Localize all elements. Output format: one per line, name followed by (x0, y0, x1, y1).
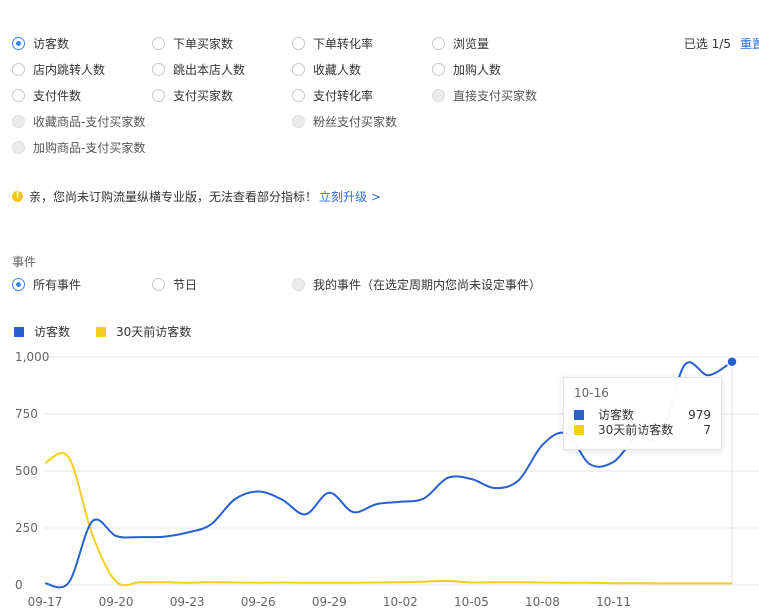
metric-direct-paid-buyers: 直接支付买家数 (432, 84, 537, 106)
radio-event-holiday[interactable] (152, 277, 165, 291)
metric-bounce[interactable]: 跳出本店人数 (152, 58, 245, 80)
radio-event-mine (292, 277, 305, 291)
radio-fan-paid-buyers (292, 114, 305, 128)
radio-event-all[interactable] (12, 277, 25, 291)
metric-label: 加购商品-支付买家数 (33, 140, 146, 155)
legend-swatch-yellow (96, 326, 107, 337)
y-tick-label: 1,000 (15, 350, 49, 364)
metric-label: 直接支付买家数 (453, 88, 538, 103)
metric-label: 支付件数 (33, 88, 82, 103)
metric-cart-item-paid-buyers: 加购商品-支付买家数 (12, 136, 145, 158)
metric-page-views[interactable]: 浏览量 (432, 32, 489, 54)
metric-label: 收藏人数 (313, 62, 362, 77)
upgrade-notice: ! 亲，您尚未订购流量纵横专业版，无法查看部分指标！ 立刻升级 > (12, 188, 381, 205)
tooltip-swatch-yellow (574, 424, 584, 435)
chart-legend: 访客数 30天前访客数 (14, 323, 217, 340)
tooltip-date: 10-16 (574, 386, 609, 400)
x-tick-label: 09-20 (99, 595, 134, 609)
radio-direct-paid-buyers (432, 88, 445, 102)
legend-label: 30天前访客数 (116, 325, 192, 339)
event-label: 我的事件（在选定周期内您尚未设定事件） (313, 277, 542, 292)
tooltip-row: 访客数 979 (574, 407, 711, 422)
x-tick-label: 09-23 (170, 595, 205, 609)
tooltip-value: 979 (688, 407, 711, 422)
legend-item-visitors-30d-ago[interactable]: 30天前访客数 (96, 323, 191, 340)
metric-label: 店内跳转人数 (33, 62, 106, 77)
event-label: 节日 (173, 277, 198, 292)
events-options: 所有事件 节日 我的事件（在选定周期内您尚未设定事件） (12, 273, 672, 295)
series-line-visitors-30d-ago (44, 452, 732, 587)
metric-label: 加购人数 (453, 62, 502, 77)
x-tick-label: 10-11 (596, 595, 631, 609)
x-tick-label: 09-26 (241, 595, 276, 609)
y-tick-label: 750 (15, 407, 38, 421)
radio-bounce[interactable] (152, 62, 165, 76)
radio-add-cart[interactable] (432, 62, 445, 76)
radio-cart-item-paid-buyers (12, 140, 25, 154)
radio-favorites[interactable] (292, 62, 305, 76)
legend-item-visitors[interactable]: 访客数 (14, 323, 70, 340)
highlighted-point (726, 356, 738, 368)
radio-fav-item-paid-buyers (12, 114, 25, 128)
x-tick-label: 10-05 (454, 595, 489, 609)
metric-label: 访客数 (33, 36, 70, 51)
metric-favorites[interactable]: 收藏人数 (292, 58, 361, 80)
x-tick-label: 09-29 (312, 595, 347, 609)
metric-paid-buyers[interactable]: 支付买家数 (152, 84, 233, 106)
metric-fav-item-paid-buyers: 收藏商品-支付买家数 (12, 110, 145, 132)
radio-order-buyers[interactable] (152, 36, 165, 50)
metric-label: 粉丝支付买家数 (313, 114, 398, 129)
tooltip-row: 30天前访客数 7 (574, 422, 711, 437)
metric-add-cart[interactable]: 加购人数 (432, 58, 501, 80)
metric-label: 支付买家数 (173, 88, 234, 103)
metric-label: 下单转化率 (313, 36, 374, 51)
radio-in-store-jump[interactable] (12, 62, 25, 76)
metric-fan-paid-buyers: 粉丝支付买家数 (292, 110, 397, 132)
legend-label: 访客数 (34, 325, 71, 339)
event-all[interactable]: 所有事件 (12, 273, 81, 295)
event-holiday[interactable]: 节日 (152, 273, 197, 295)
tooltip-value: 7 (703, 422, 711, 437)
metric-label: 跳出本店人数 (173, 62, 246, 77)
radio-page-views[interactable] (432, 36, 445, 50)
chart-tooltip: 10-16 访客数 979 30天前访客数 7 (563, 377, 722, 450)
radio-paid-conversion[interactable] (292, 88, 305, 102)
metric-label: 收藏商品-支付买家数 (33, 114, 146, 129)
x-tick-label: 10-02 (383, 595, 418, 609)
y-tick-label: 250 (15, 521, 38, 535)
upgrade-link[interactable]: 立刻升级 > (319, 188, 381, 205)
metric-in-store-jump[interactable]: 店内跳转人数 (12, 58, 105, 80)
radio-paid-items[interactable] (12, 88, 25, 102)
radio-visitors[interactable] (12, 36, 25, 50)
tooltip-swatch-blue (574, 409, 584, 420)
metric-label: 下单买家数 (173, 36, 234, 51)
x-tick-label: 10-08 (525, 595, 560, 609)
radio-order-conversion[interactable] (292, 36, 305, 50)
y-tick-label: 500 (15, 464, 38, 478)
events-title: 事件 (12, 255, 37, 269)
metric-visitors[interactable]: 访客数 (12, 32, 69, 54)
legend-swatch-blue (14, 326, 24, 337)
event-mine: 我的事件（在选定周期内您尚未设定事件） (292, 273, 541, 295)
metric-paid-conversion[interactable]: 支付转化率 (292, 84, 373, 106)
radio-paid-buyers[interactable] (152, 88, 165, 102)
metric-label: 支付转化率 (313, 88, 374, 103)
selected-count: 已选 1/5 (683, 37, 731, 51)
warning-icon: ! (12, 191, 23, 202)
metric-label: 浏览量 (453, 36, 490, 51)
notice-text: 亲，您尚未订购流量纵横专业版，无法查看部分指标！ (29, 190, 318, 204)
x-tick-label: 09-17 (28, 595, 63, 609)
tooltip-name: 30天前访客数 (598, 423, 674, 437)
reset-link[interactable]: 重置 (740, 35, 759, 52)
metric-order-buyers[interactable]: 下单买家数 (152, 32, 233, 54)
metric-order-conversion[interactable]: 下单转化率 (292, 32, 373, 54)
y-tick-label: 0 (15, 578, 23, 592)
event-label: 所有事件 (33, 277, 82, 292)
metric-paid-items[interactable]: 支付件数 (12, 84, 81, 106)
